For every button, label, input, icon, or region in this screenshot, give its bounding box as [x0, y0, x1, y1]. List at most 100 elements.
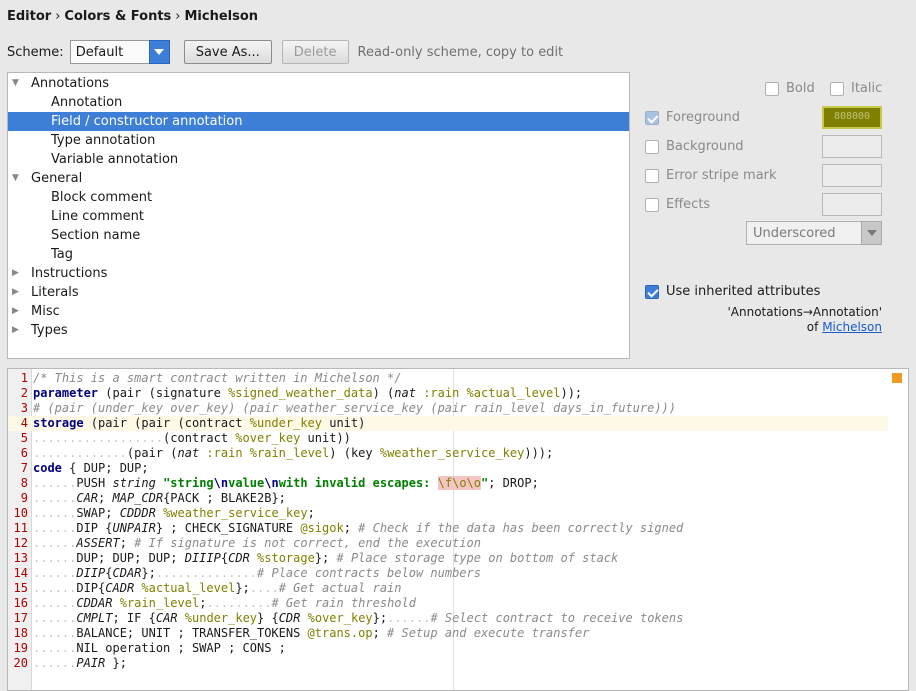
- code-token: unit): [322, 416, 366, 430]
- code-token: \n: [264, 476, 279, 490]
- code-line[interactable]: 9 ......CAR; MAP_CDR{PACK ; BLAKE2B};: [8, 491, 888, 506]
- foreground-checkbox[interactable]: [645, 110, 659, 125]
- error-stripe-option[interactable]: Error stripe mark: [645, 168, 777, 183]
- tree-collapsed-icon[interactable]: ▶: [12, 283, 22, 302]
- tree-item-label: Instructions: [31, 266, 108, 281]
- breadcrumb-colors-fonts: Colors & Fonts: [64, 9, 172, 24]
- background-option[interactable]: Background: [645, 139, 744, 154]
- effects-option[interactable]: Effects: [645, 197, 710, 212]
- tree-item[interactable]: Variable annotation: [8, 150, 629, 169]
- code-line[interactable]: 5 ..................(contract %over_key u…: [8, 431, 888, 446]
- use-inherited-option[interactable]: Use inherited attributes: [645, 284, 820, 299]
- bold-checkbox[interactable]: [765, 81, 779, 96]
- code-line[interactable]: 11 ......DIP {UNPAIR} ; CHECK_SIGNATURE @…: [8, 521, 888, 536]
- code-token: %under_key: [249, 416, 322, 430]
- use-inherited-checkbox[interactable]: [645, 284, 659, 299]
- whitespace-marker: ......: [33, 506, 77, 520]
- code-token: CAR: [76, 491, 99, 505]
- line-number: 4: [20, 416, 28, 430]
- code-token: # Place storage type on bottom of stack: [336, 551, 619, 565]
- inherited-from-text: 'Annotations→Annotation': [727, 305, 882, 319]
- code-line[interactable]: 16 ......CDDAR %rain_level;.........# Get…: [8, 596, 888, 611]
- dropdown-arrow-icon[interactable]: [148, 40, 170, 64]
- effects-checkbox[interactable]: [645, 197, 659, 212]
- tree-item[interactable]: Annotation: [8, 93, 629, 112]
- tree-collapsed-icon[interactable]: ▶: [12, 302, 22, 321]
- code-token: /* This is a smart contract written in M…: [33, 371, 402, 385]
- delete-button[interactable]: Delete: [281, 40, 349, 64]
- code-token: {PACK ; BLAKE2B};: [163, 491, 286, 505]
- code-token: ;: [307, 506, 315, 520]
- error-stripe-marker-icon[interactable]: [892, 373, 902, 383]
- code-line[interactable]: 2 parameter (pair (signature %signed_weat…: [8, 386, 888, 401]
- preview-editor[interactable]: 1 /* This is a smart contract written in …: [7, 368, 909, 691]
- code-line[interactable]: 17 ......CMPLT; IF {CAR %under_key} {CDR …: [8, 611, 888, 626]
- italic-checkbox[interactable]: [830, 81, 844, 96]
- save-as-button[interactable]: Save As...: [183, 40, 272, 64]
- tree-item[interactable]: Block comment: [8, 188, 629, 207]
- tree-collapsed-icon[interactable]: ▶: [12, 321, 22, 340]
- code-token: ));: [560, 386, 583, 400]
- code-line[interactable]: 12 ......ASSERT; # If signature is not co…: [8, 536, 888, 551]
- code-area[interactable]: 1 /* This is a smart contract written in …: [8, 371, 888, 671]
- effects-type-select[interactable]: Underscored: [746, 221, 882, 245]
- tree-item[interactable]: ▼ Annotations: [8, 74, 629, 93]
- error-stripe-checkbox[interactable]: [645, 168, 659, 183]
- code-token: code: [33, 461, 62, 475]
- inherited-link[interactable]: Michelson: [822, 320, 882, 334]
- code-line[interactable]: 18 ......BALANCE; UNIT ; TRANSFER_TOKENS …: [8, 626, 888, 641]
- whitespace-marker: ......: [33, 656, 77, 670]
- code-line[interactable]: 4 storage (pair (pair (contract %under_ke…: [8, 416, 888, 431]
- tree-expanded-icon[interactable]: ▼: [12, 74, 22, 93]
- code-token: CADR: [105, 581, 135, 595]
- code-line[interactable]: 15 ......DIP{CADR %actual_level};....# Ge…: [8, 581, 888, 596]
- code-line[interactable]: 3 # (pair (under_key over_key) (pair weat…: [8, 401, 888, 416]
- tree-item[interactable]: Line comment: [8, 207, 629, 226]
- code-line[interactable]: 19 ......NIL operation ; SWAP ; CONS ;: [8, 641, 888, 656]
- code-token: } {: [257, 611, 279, 625]
- attributes-tree[interactable]: ▼ Annotations Annotation Field / constructo…: [7, 72, 630, 359]
- code-line[interactable]: 1 /* This is a smart contract written in …: [8, 371, 888, 386]
- dropdown-arrow-icon[interactable]: [861, 221, 882, 245]
- tree-item[interactable]: Section name: [8, 226, 629, 245]
- error-stripe-color-swatch[interactable]: [822, 164, 882, 187]
- tree-item[interactable]: ▶ Types: [8, 321, 629, 340]
- bold-option[interactable]: Bold: [765, 81, 815, 96]
- tree-item[interactable]: ▶ Literals: [8, 283, 629, 302]
- code-line[interactable]: 10 ......SWAP; CDDDR %weather_service_key…: [8, 506, 888, 521]
- tree-item[interactable]: Tag: [8, 245, 629, 264]
- code-line[interactable]: 14 ......DIIP{CDAR};..............# Place…: [8, 566, 888, 581]
- background-checkbox[interactable]: [645, 139, 659, 154]
- tree-item[interactable]: Field / constructor annotation: [8, 112, 629, 131]
- tree-item[interactable]: ▶ Instructions: [8, 264, 629, 283]
- foreground-color-swatch[interactable]: 808000: [822, 106, 882, 129]
- tree-item[interactable]: Type annotation: [8, 131, 629, 150]
- tree-item-label: Block comment: [51, 190, 153, 205]
- code-token: };: [314, 551, 337, 565]
- foreground-option[interactable]: Foreground: [645, 110, 740, 125]
- effects-label: Effects: [666, 197, 711, 212]
- breadcrumb-editor: Editor: [7, 9, 52, 24]
- code-line[interactable]: 20 ......PAIR };: [8, 656, 888, 671]
- tree-collapsed-icon[interactable]: ▶: [12, 264, 22, 283]
- use-inherited-label: Use inherited attributes: [666, 284, 821, 299]
- tree-item[interactable]: ▼ General: [8, 169, 629, 188]
- code-line[interactable]: 6 .............(pair (nat :rain %rain_lev…: [8, 446, 888, 461]
- tree-item[interactable]: ▶ Misc: [8, 302, 629, 321]
- tree-expanded-icon[interactable]: ▼: [12, 169, 22, 188]
- readonly-note: Read-only scheme, copy to edit: [357, 44, 564, 60]
- whitespace-marker: ......: [33, 581, 77, 595]
- line-number: 19: [13, 641, 28, 655]
- code-token: ; DROP;: [488, 476, 539, 490]
- code-line[interactable]: 13 ......DUP; DUP; DUP; DIIIP{CDR %storag…: [8, 551, 888, 566]
- background-color-swatch[interactable]: [822, 135, 882, 158]
- italic-option[interactable]: Italic: [830, 81, 882, 96]
- scheme-select[interactable]: Default: [69, 40, 170, 64]
- code-token: UNPAIR: [112, 521, 156, 535]
- code-line[interactable]: 7 code { DUP; DUP;: [8, 461, 888, 476]
- code-token: ; IF {: [112, 611, 156, 625]
- effects-color-swatch[interactable]: [822, 193, 882, 216]
- code-line[interactable]: 8 ......PUSH string "string\nvalue\nwith …: [8, 476, 888, 491]
